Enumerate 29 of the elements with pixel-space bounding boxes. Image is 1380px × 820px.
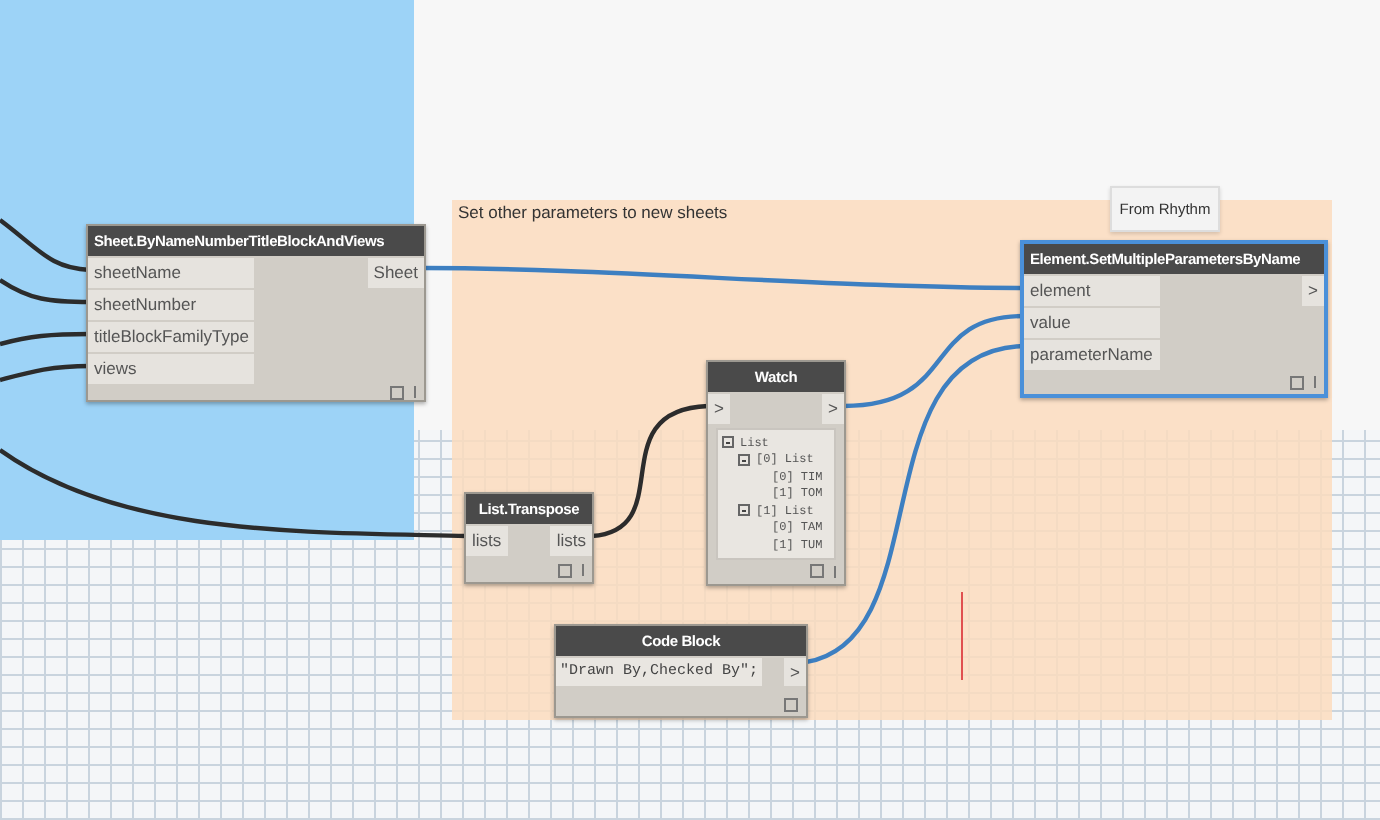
- output-port[interactable]: >: [822, 394, 844, 424]
- output-port[interactable]: Sheet: [367, 258, 424, 288]
- group-title: Set other parameters to new sheets: [458, 202, 728, 222]
- preview-icon[interactable]: [558, 563, 572, 577]
- input-port[interactable]: >: [708, 394, 730, 424]
- input-port[interactable]: element: [1024, 276, 1160, 306]
- preview-icon[interactable]: [1290, 375, 1304, 389]
- collapse-icon[interactable]: [738, 453, 750, 466]
- input-port[interactable]: value: [1024, 308, 1160, 338]
- wire: [0, 331, 90, 347]
- input-port[interactable]: sheetName: [88, 258, 255, 288]
- input-port[interactable]: lists: [466, 526, 508, 556]
- wire: [0, 218, 91, 273]
- output-port[interactable]: lists: [550, 526, 592, 556]
- wire: [0, 278, 90, 305]
- input-port[interactable]: sheetNumber: [88, 290, 255, 320]
- input-port[interactable]: titleBlockFamilyType: [88, 322, 255, 352]
- wire: [591, 403, 709, 539]
- preview-icon[interactable]: [784, 697, 798, 711]
- input-port[interactable]: views: [88, 354, 255, 384]
- collapse-icon[interactable]: [722, 436, 734, 449]
- axis-line: [961, 591, 963, 681]
- preview-icon[interactable]: [390, 385, 404, 399]
- output-port[interactable]: >: [784, 658, 806, 686]
- output-port[interactable]: >: [1302, 276, 1324, 306]
- wire: [0, 363, 91, 383]
- preview-icon[interactable]: [810, 564, 824, 578]
- collapse-icon[interactable]: [738, 504, 750, 517]
- input-port[interactable]: parameterName: [1024, 340, 1160, 370]
